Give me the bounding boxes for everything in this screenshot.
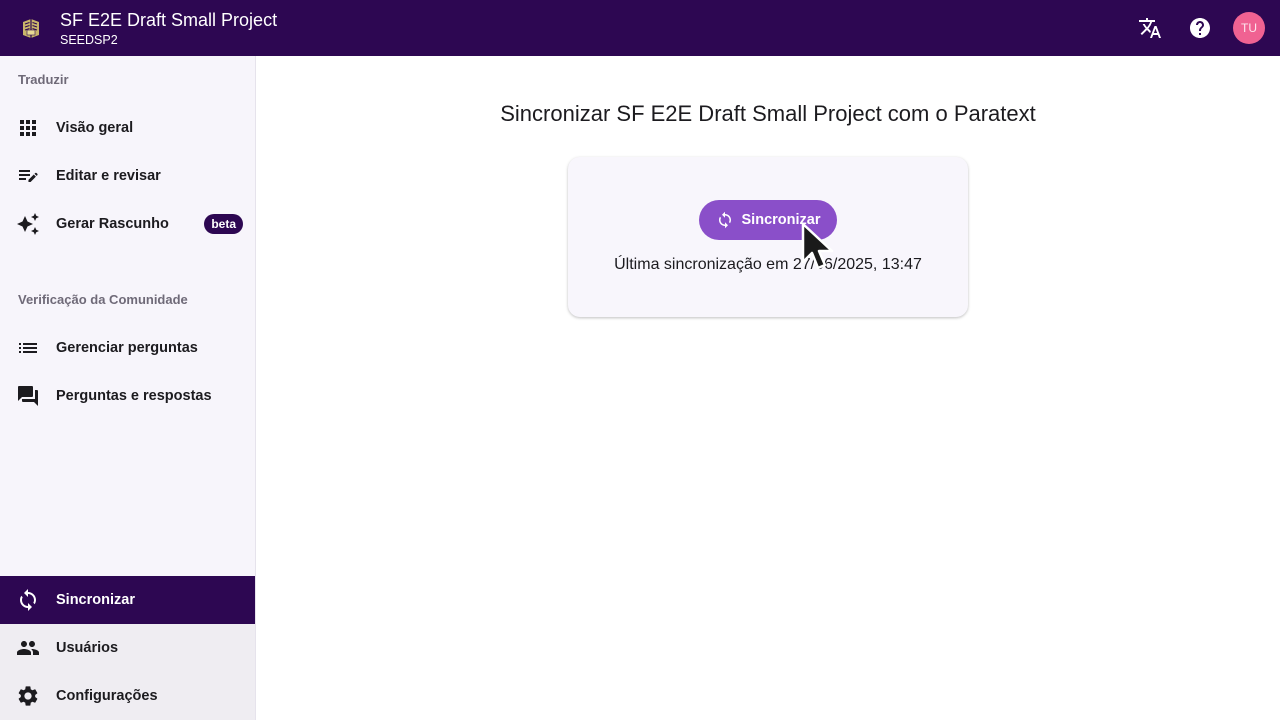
- beta-badge: beta: [204, 214, 243, 234]
- sidebar-item-label: Configurações: [56, 688, 158, 704]
- sidebar-item-label: Visão geral: [56, 120, 134, 136]
- project-code: SEEDSP2: [60, 32, 118, 47]
- grid-icon: [16, 116, 40, 140]
- mouse-cursor-icon: [801, 222, 834, 270]
- translate-language-button[interactable]: [1133, 11, 1167, 45]
- help-button[interactable]: [1183, 11, 1217, 45]
- last-sync-text: Última sincronização em 27/06/2025, 13:4…: [614, 256, 922, 273]
- sidebar-item-generate-draft[interactable]: Gerar Rascunho beta: [0, 200, 255, 248]
- sync-icon: [718, 211, 731, 229]
- sidebar-item-settings[interactable]: Configurações: [0, 672, 255, 720]
- people-icon: [16, 636, 40, 660]
- user-avatar[interactable]: TU: [1233, 12, 1265, 44]
- sidebar-item-label: Perguntas e respostas: [56, 388, 212, 404]
- app-logo-icon[interactable]: [19, 16, 43, 40]
- list-icon: [16, 336, 40, 360]
- edit-list-icon: [16, 164, 40, 188]
- sidebar-item-label: Gerar Rascunho: [56, 216, 169, 232]
- sync-icon: [16, 588, 40, 612]
- sidebar-item-manage-questions[interactable]: Gerenciar perguntas: [0, 324, 255, 372]
- sidebar-item-label: Sincronizar: [56, 592, 135, 608]
- top-app-bar: SF E2E Draft Small Project SEEDSP2 TU: [0, 0, 1280, 56]
- project-title-block: SF E2E Draft Small Project SEEDSP2: [60, 9, 277, 48]
- sidebar-item-label: Gerenciar perguntas: [56, 340, 198, 356]
- sidebar-item-sync[interactable]: Sincronizar: [0, 576, 255, 624]
- page-title: Sincronizar SF E2E Draft Small Project c…: [500, 101, 1036, 126]
- translate-icon: [1139, 18, 1161, 38]
- section-title-translate: Traduzir: [18, 72, 69, 87]
- sidebar-item-label: Usuários: [56, 640, 119, 656]
- sparkle-icon: [16, 212, 40, 236]
- sidebar: Traduzir Visão geral Editar e revisar Ge…: [0, 56, 256, 720]
- top-actions: TU: [1117, 0, 1265, 56]
- sync-card: Sincronizar Última sincronização em 27/0…: [568, 157, 968, 317]
- help-icon: [1190, 18, 1210, 38]
- gear-icon: [16, 684, 40, 708]
- sidebar-item-overview[interactable]: Visão geral: [0, 104, 255, 152]
- sidebar-item-edit-review[interactable]: Editar e revisar: [0, 152, 255, 200]
- sidebar-item-label: Editar e revisar: [56, 168, 161, 184]
- chat-icon: [16, 384, 40, 408]
- section-title-community: Verificação da Comunidade: [18, 292, 188, 307]
- sidebar-item-questions-answers[interactable]: Perguntas e respostas: [0, 372, 255, 420]
- sidebar-item-users[interactable]: Usuários: [0, 624, 255, 672]
- project-name: SF E2E Draft Small Project: [60, 9, 278, 30]
